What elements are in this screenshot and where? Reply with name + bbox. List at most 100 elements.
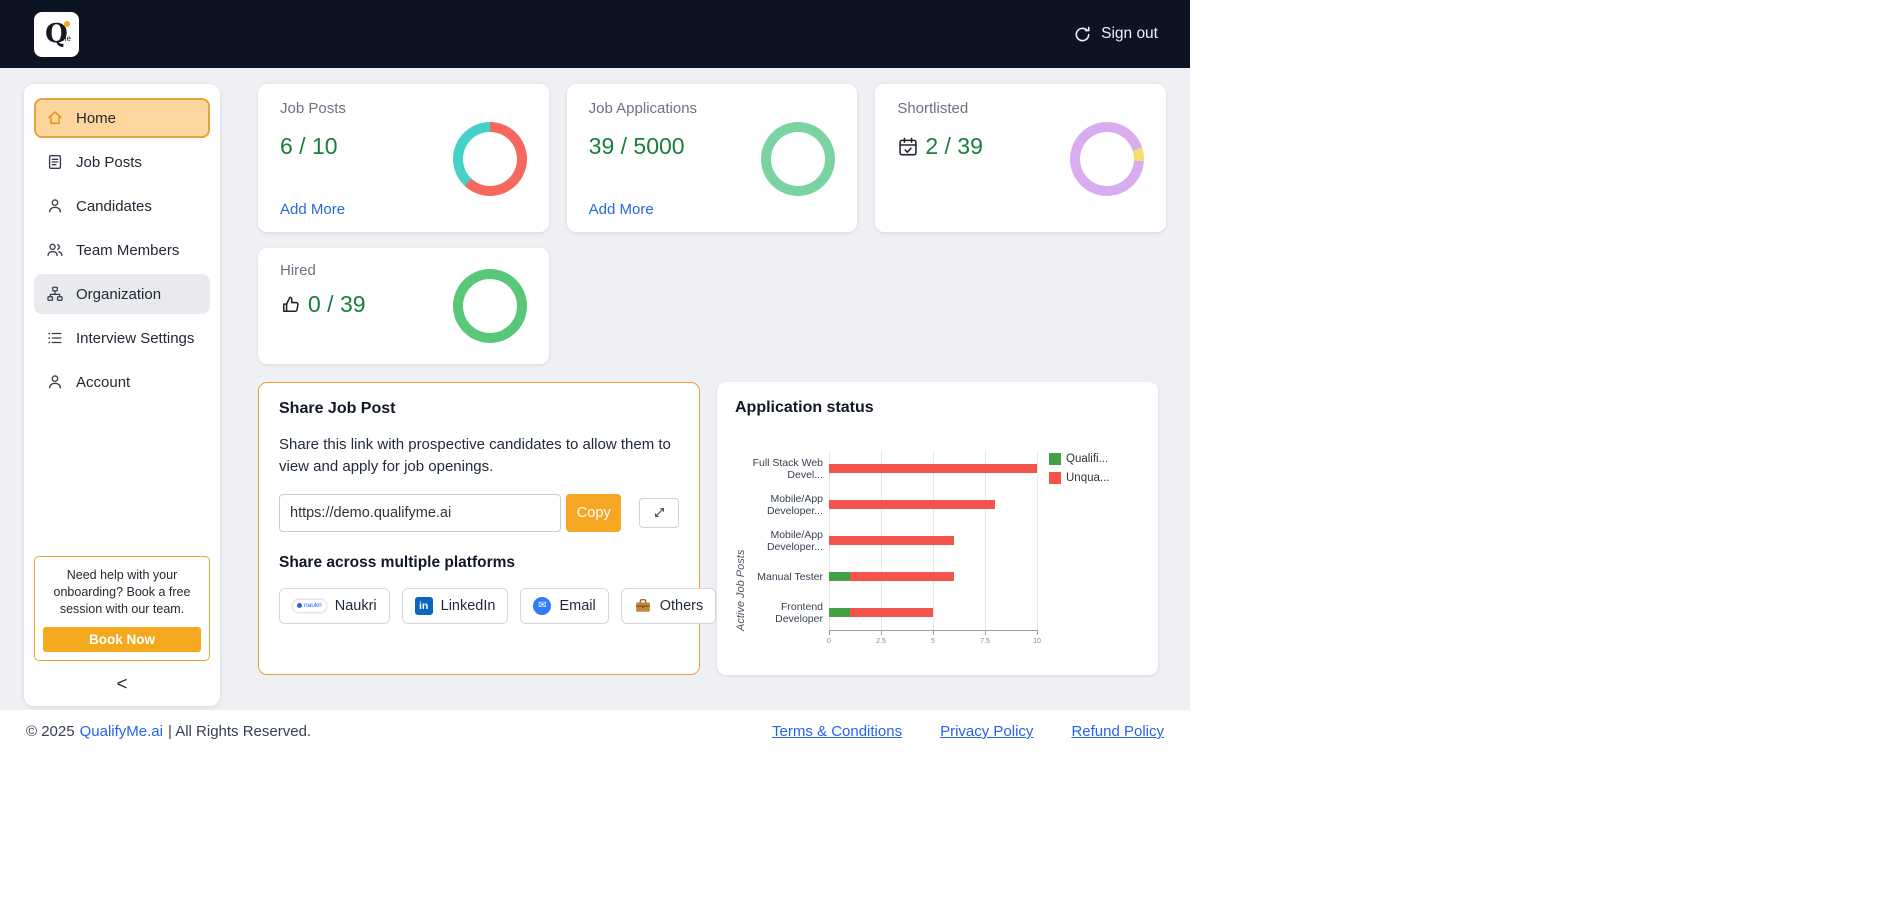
- legend-label: Unqua...: [1066, 472, 1110, 484]
- help-text: Need help with your onboarding? Book a f…: [53, 568, 191, 617]
- qualifyme-logo[interactable]: Q me: [34, 11, 79, 57]
- share-card-title: Share Job Post: [279, 400, 396, 417]
- platform-label: Others: [659, 597, 704, 614]
- chart-bar-segment[interactable]: [829, 607, 850, 617]
- chart-bar-segment[interactable]: [829, 464, 1037, 474]
- share-description: Share this link with prospective candida…: [279, 436, 671, 475]
- stat-value: 2 / 39: [897, 133, 983, 160]
- org-chart-icon: [46, 285, 64, 303]
- x-tick-label: 5: [931, 638, 935, 645]
- privacy-link[interactable]: Privacy Policy: [940, 723, 1033, 740]
- bottom-row: Share Job Post Share this link with pros…: [258, 382, 1166, 675]
- stat-card-hired: Hired 0 / 39: [258, 248, 549, 364]
- chart-bar-segment[interactable]: [849, 571, 954, 581]
- naukri-dot: [297, 603, 302, 608]
- chart-category-labels: Full Stack Web Devel... Mobile/App Develo…: [749, 451, 829, 631]
- chart-legend: Qualifi... Unqua...: [1049, 451, 1109, 631]
- signout-button[interactable]: Sign out: [1073, 25, 1158, 44]
- sidebar-item-organization[interactable]: Organization: [34, 274, 210, 314]
- stats-row-2: Hired 0 / 39: [258, 248, 1166, 364]
- chart-bar-segment[interactable]: [849, 607, 933, 617]
- sidebar-item-home[interactable]: Home: [34, 98, 210, 138]
- expand-button[interactable]: [639, 497, 679, 528]
- main-panel: Job Posts 6 / 10 Add More Job Applicatio…: [258, 84, 1166, 710]
- thumbs-up-icon: [280, 294, 302, 316]
- stat-card-job-posts: Job Posts 6 / 10 Add More: [258, 84, 549, 232]
- sidebar-item-label: Account: [76, 373, 131, 391]
- shortlisted-donut-chart: [1069, 122, 1144, 196]
- hired-donut-chart: [452, 269, 527, 343]
- x-tick-label: 0: [827, 638, 831, 645]
- legend-item: Qualifi...: [1049, 453, 1109, 465]
- chart-bar-row: [829, 523, 1037, 559]
- add-more-link[interactable]: Add More: [280, 201, 346, 218]
- sidebar-item-candidates[interactable]: Candidates: [34, 186, 210, 226]
- share-naukri-button[interactable]: naukri Naukri: [279, 587, 390, 624]
- platform-label: Email: [559, 597, 596, 614]
- chart-category-label: Frontend Developer: [775, 600, 823, 625]
- x-tick-mark: [985, 630, 986, 635]
- x-tick-label: 2.5: [876, 638, 886, 645]
- sidebar-item-label: Job Posts: [76, 153, 142, 171]
- share-email-button[interactable]: ✉ Email: [520, 587, 609, 624]
- platform-label: Naukri: [334, 597, 377, 614]
- sidebar-item-label: Team Members: [76, 241, 180, 259]
- logo-accent-dot: [64, 20, 70, 27]
- share-url-input[interactable]: [279, 493, 562, 532]
- chart-bar-segment[interactable]: [829, 500, 996, 510]
- naukri-icon: naukri: [292, 598, 327, 613]
- application-status-card: Application status Active Job Posts Full…: [717, 382, 1158, 675]
- user-icon: [46, 373, 64, 391]
- sidebar-collapse-button[interactable]: <: [116, 675, 127, 694]
- stat-value-text: 0 / 39: [308, 291, 366, 317]
- top-navbar: Q me Sign out: [0, 0, 1190, 68]
- sidebar-item-account[interactable]: Account: [34, 362, 210, 402]
- chart-bar-segment[interactable]: [829, 535, 954, 545]
- copyright-suffix: | All Rights Reserved.: [167, 723, 312, 740]
- x-tick-mark: [829, 630, 830, 635]
- x-tick-mark: [881, 630, 882, 635]
- footer-links: Terms & Conditions Privacy Policy Refund…: [772, 723, 1164, 740]
- chart-bar-row: [829, 594, 1037, 630]
- briefcase-icon: [634, 597, 652, 615]
- x-tick-label: 10: [1033, 638, 1041, 645]
- calendar-check-icon: [897, 136, 919, 158]
- stat-value: 0 / 39: [280, 291, 366, 318]
- refund-link[interactable]: Refund Policy: [1071, 723, 1164, 740]
- chart-title: Application status: [735, 399, 874, 416]
- job-applications-donut-chart: [761, 122, 836, 196]
- sidebar-item-team-members[interactable]: Team Members: [34, 230, 210, 270]
- email-icon: ✉: [533, 596, 552, 615]
- share-linkedin-button[interactable]: in LinkedIn: [401, 587, 509, 624]
- logo-sub-text: me: [59, 33, 71, 43]
- terms-link[interactable]: Terms & Conditions: [772, 723, 902, 740]
- home-icon: [46, 109, 64, 127]
- document-list-icon: [46, 153, 64, 171]
- sidebar: Home Job Posts Candidates Team Members O…: [24, 84, 220, 706]
- stat-title: Job Applications: [588, 100, 698, 117]
- chart-gridline: [1037, 451, 1038, 630]
- book-now-button[interactable]: Book Now: [43, 627, 201, 652]
- brand-link[interactable]: QualifyMe.ai: [80, 723, 163, 740]
- list-settings-icon: [46, 329, 64, 347]
- stat-value-text: 2 / 39: [925, 133, 983, 159]
- stat-title: Hired: [280, 262, 316, 279]
- chart: Active Job Posts Full Stack Web Devel...…: [733, 451, 1142, 645]
- sidebar-item-label: Interview Settings: [76, 329, 195, 347]
- stats-row-1: Job Posts 6 / 10 Add More Job Applicatio…: [258, 84, 1166, 232]
- legend-swatch: [1049, 453, 1061, 465]
- sidebar-item-interview-settings[interactable]: Interview Settings: [34, 318, 210, 358]
- chart-bar-row: [829, 558, 1037, 594]
- copy-button[interactable]: Copy: [566, 493, 622, 532]
- add-more-link[interactable]: Add More: [589, 201, 697, 218]
- share-others-button[interactable]: Others: [620, 587, 717, 624]
- chart-bar-segment[interactable]: [829, 571, 850, 581]
- stat-value: 39 / 5000: [588, 133, 685, 159]
- sidebar-item-job-posts[interactable]: Job Posts: [34, 142, 210, 182]
- naukri-wordmark: naukri: [304, 602, 322, 609]
- sidebar-item-label: Home: [76, 109, 117, 127]
- chart-category-label: Mobile/App Developer...: [766, 492, 823, 517]
- chart-category-label: Full Stack Web Devel...: [752, 456, 823, 481]
- linkedin-icon: in: [414, 596, 433, 615]
- expand-icon: [653, 506, 666, 519]
